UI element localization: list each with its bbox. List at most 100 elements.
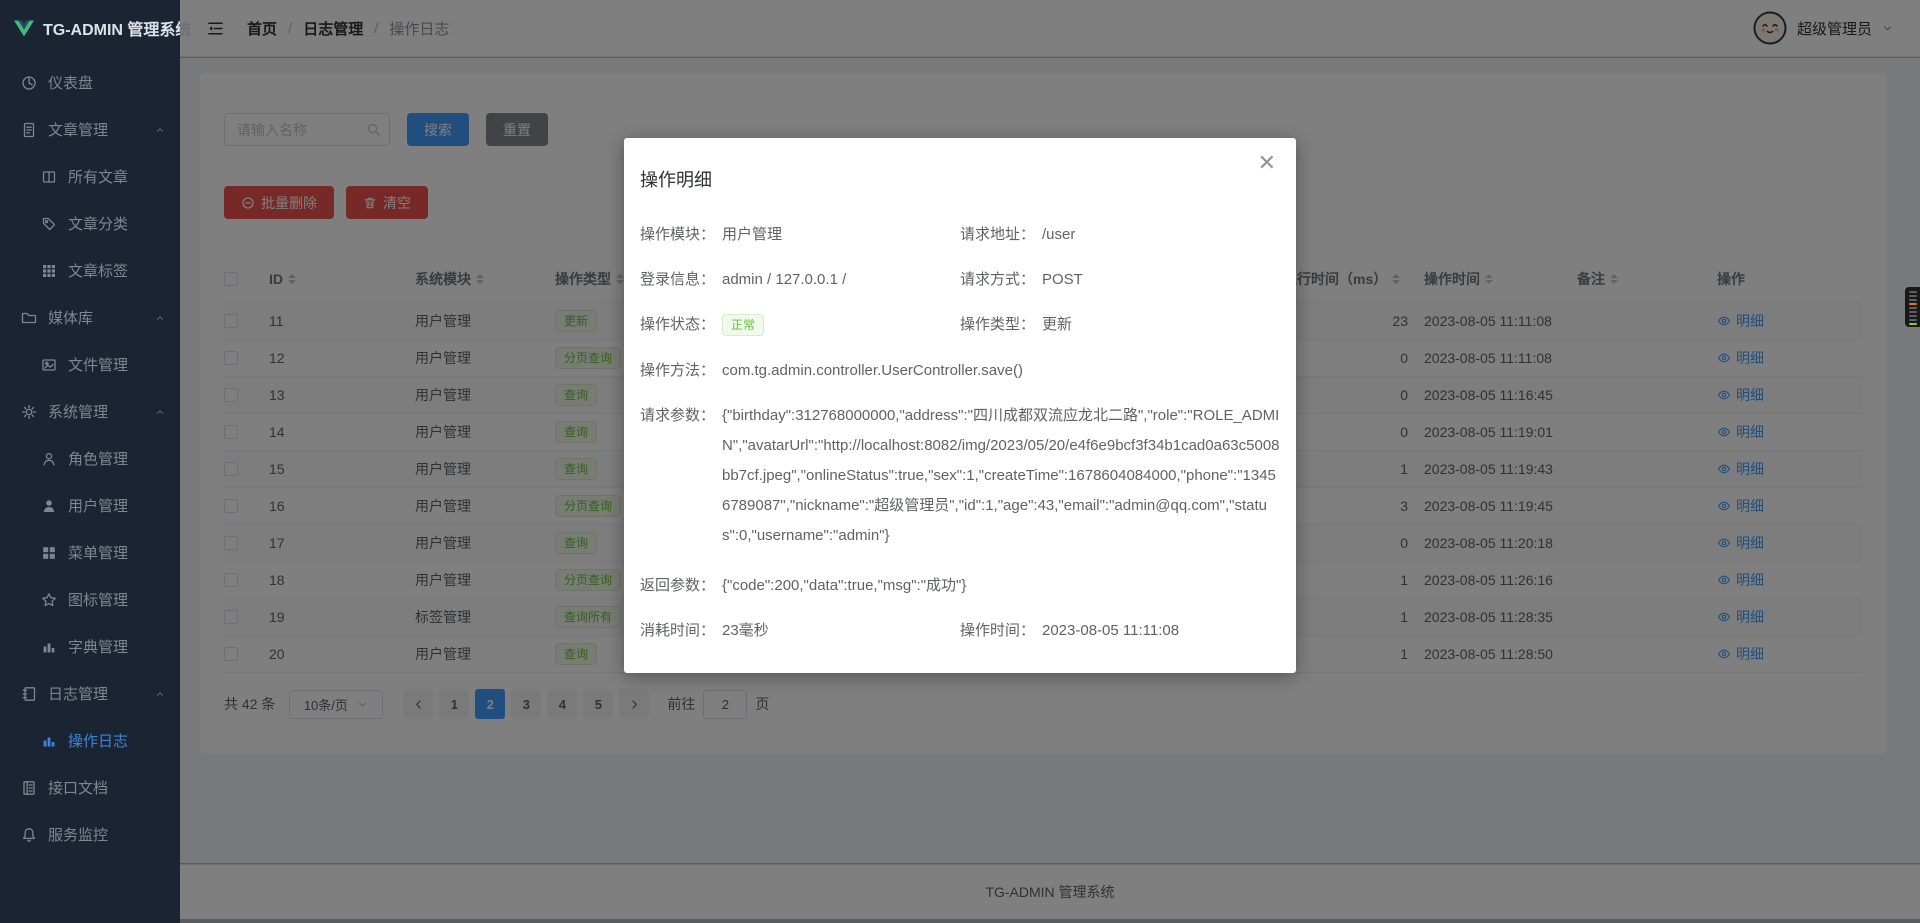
sidebar-item[interactable]: 接口文档 [0,764,180,811]
folder-icon [21,310,37,326]
detail-field: 操作方法：com.tg.admin.controller.UserControl… [640,360,1280,381]
chevron-up-icon [154,124,166,136]
status-badge: 正常 [722,314,764,336]
field-value: 23毫秒 [722,620,960,641]
image-icon [41,357,57,373]
sidebar-item-label: 文章管理 [48,119,108,140]
sidebar-item-label: 文件管理 [68,354,128,375]
detail-field: 操作类型：更新 [960,314,1280,336]
sidebar-item-label: 字典管理 [68,636,128,657]
sidebar-item[interactable]: 菜单管理 [0,529,180,576]
field-value: 更新 [1042,314,1280,335]
field-label: 消耗时间： [640,620,722,641]
detail-field: 消耗时间：23毫秒 [640,620,960,641]
sidebar-item[interactable]: 文章标签 [0,247,180,294]
minimap-line [1909,319,1917,321]
field-label: 返回参数： [640,575,722,596]
detail-field: 操作模块：用户管理 [640,224,960,245]
detail-field: 操作时间：2023-08-05 11:11:08 [960,620,1280,641]
minimap-line [1909,323,1917,325]
notebook-icon [21,686,37,702]
sidebar-item[interactable]: 用户管理 [0,482,180,529]
field-label: 请求参数： [640,405,722,426]
tag-icon [41,216,57,232]
chevron-up-icon [154,688,166,700]
sidebar-item-label: 菜单管理 [68,542,128,563]
sidebar-item[interactable]: 文章分类 [0,200,180,247]
sidebar-item[interactable]: 角色管理 [0,435,180,482]
dialog-body: 操作模块：用户管理请求地址：/user 登录信息：admin / 127.0.0.… [624,138,1296,641]
detail-field: 登录信息：admin / 127.0.0.1 / [640,269,960,290]
vue-logo-icon [13,19,35,38]
sidebar-item-label: 图标管理 [68,589,128,610]
sidebar-item[interactable]: 字典管理 [0,623,180,670]
gauge-icon [21,75,37,91]
chevron-up-icon [154,312,166,324]
sidebar-item-label: 媒体库 [48,307,93,328]
detail-row: 返回参数：{"code":200,"data":true,"msg":"成功"} [640,575,1280,596]
detail-row: 操作模块：用户管理请求地址：/user [640,224,1280,245]
minimap-line [1909,303,1917,305]
sidebar-item[interactable]: 仪表盘 [0,59,180,106]
bar-chart-icon [41,733,57,749]
sidebar-item-label: 文章分类 [68,213,128,234]
detail-row: 请求参数：{"birthday":312768000000,"address":… [640,405,1280,551]
sidebar-item[interactable]: 服务监控 [0,811,180,858]
field-label: 登录信息： [640,269,722,290]
field-label: 操作类型： [960,314,1042,335]
sidebar-item[interactable]: 图标管理 [0,576,180,623]
sidebar-item-label: 日志管理 [48,683,108,704]
sidebar-item-label: 系统管理 [48,401,108,422]
chevron-up-icon [154,406,166,418]
sidebar-item-label: 文章标签 [68,260,128,281]
detail-row: 登录信息：admin / 127.0.0.1 /请求方式：POST [640,269,1280,290]
minimap-widget[interactable] [1905,287,1920,327]
minimap-line [1909,311,1917,313]
star-icon [41,592,57,608]
dialog-title: 操作明细 [640,166,712,192]
grid-icon [41,263,57,279]
field-value: 正常 [722,314,960,336]
sidebar-item-label: 所有文章 [68,166,128,187]
field-label: 请求方式： [960,269,1042,290]
minimap-line [1909,307,1917,309]
minimap-line [1909,291,1917,293]
app-title: TG-ADMIN 管理系统 [43,16,191,40]
detail-row: 操作状态：正常操作类型：更新 [640,314,1280,336]
sidebar-item[interactable]: 文件管理 [0,341,180,388]
minimap-line [1909,315,1917,317]
sidebar-item[interactable]: 所有文章 [0,153,180,200]
user-outline-icon [41,451,57,467]
field-value: 用户管理 [722,224,960,245]
gear-icon [21,404,37,420]
field-value: {"birthday":312768000000,"address":"四川成都… [722,401,1280,551]
field-value: POST [1042,269,1280,290]
field-label: 操作时间： [960,620,1042,641]
sidebar-item[interactable]: 日志管理 [0,670,180,717]
menu-grid-icon [41,545,57,561]
sidebar-item-label: 接口文档 [48,777,108,798]
detail-row: 消耗时间：23毫秒操作时间：2023-08-05 11:11:08 [640,620,1280,641]
field-value: /user [1042,224,1280,245]
field-label: 操作模块： [640,224,722,245]
sidebar-item-label: 仪表盘 [48,72,93,93]
field-label: 请求地址： [960,224,1042,245]
field-label: 操作方法： [640,360,722,381]
app-logo: TG-ADMIN 管理系统 [0,0,180,56]
close-icon[interactable]: ✕ [1258,152,1276,174]
detail-field: 请求参数：{"birthday":312768000000,"address":… [640,405,1280,551]
detail-field: 请求方式：POST [960,269,1280,290]
detail-row: 操作方法：com.tg.admin.controller.UserControl… [640,360,1280,381]
operation-detail-dialog: 操作明细 ✕ 操作模块：用户管理请求地址：/user 登录信息：admin / 1… [624,138,1296,673]
sidebar-item[interactable]: 系统管理 [0,388,180,435]
sidebar-item-label: 服务监控 [48,824,108,845]
detail-field: 返回参数：{"code":200,"data":true,"msg":"成功"} [640,575,1280,596]
sidebar-item-label: 操作日志 [68,730,128,751]
minimap-line [1909,299,1917,301]
field-value: 2023-08-05 11:11:08 [1042,620,1280,641]
sidebar-menu: 仪表盘文章管理所有文章文章分类文章标签媒体库文件管理系统管理角色管理用户管理菜单… [0,56,180,858]
sidebar-item[interactable]: 媒体库 [0,294,180,341]
sidebar-item[interactable]: 文章管理 [0,106,180,153]
field-value: {"code":200,"data":true,"msg":"成功"} [722,575,1280,596]
sidebar-item[interactable]: 操作日志 [0,717,180,764]
